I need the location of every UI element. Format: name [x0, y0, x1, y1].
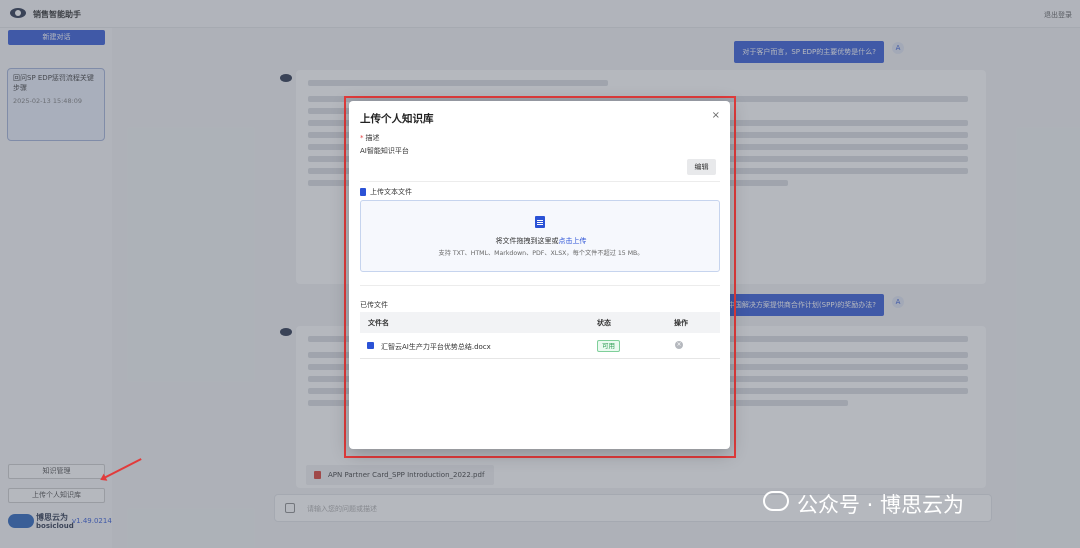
description-value: AI智能知识平台 [360, 147, 409, 155]
status-badge: 可用 [597, 340, 620, 352]
word-file-icon [367, 342, 374, 349]
table-row: 汇智云AI生产力平台优势总结.docx 可用 × [360, 333, 720, 359]
dropzone-hint: 支持 TXT、HTML、Markdown、PDF、XLSX，每个文件不超过 15… [438, 250, 644, 257]
uploaded-files-label: 已传文件 [360, 301, 388, 309]
file-dropzone[interactable]: 将文件拖拽到这里或点击上传 支持 TXT、HTML、Markdown、PDF、X… [360, 200, 720, 272]
wechat-icon [763, 491, 789, 511]
wechat-watermark: 公众号 · 博思云为 [763, 487, 1063, 517]
document-icon [360, 188, 366, 196]
header-action: 操作 [674, 319, 688, 327]
divider [360, 181, 720, 182]
watermark-text: 公众号 · 博思云为 [797, 493, 965, 517]
modal-title: 上传个人知识库 [360, 113, 434, 125]
edit-button[interactable]: 编辑 [687, 159, 716, 175]
close-icon[interactable]: × [712, 110, 720, 121]
header-filename: 文件名 [368, 319, 389, 327]
divider-2 [360, 285, 720, 286]
description-label: * 描述 [360, 134, 380, 142]
header-status: 状态 [597, 319, 611, 327]
upload-section-label: 上传文本文件 [360, 187, 412, 197]
click-upload-link[interactable]: 点击上传 [559, 237, 587, 245]
upload-knowledge-modal: 上传个人知识库 × * 描述 AI智能知识平台 编辑 上传文本文件 将文件拖拽到这… [349, 101, 730, 449]
required-mark: * [360, 134, 364, 142]
delete-icon[interactable]: × [675, 341, 683, 349]
upload-file-icon [535, 216, 545, 228]
files-table-header: 文件名 状态 操作 [360, 312, 720, 333]
dropzone-text: 将文件拖拽到这里或点击上传 [495, 237, 587, 245]
file-name: 汇智云AI生产力平台优势总结.docx [381, 343, 491, 351]
